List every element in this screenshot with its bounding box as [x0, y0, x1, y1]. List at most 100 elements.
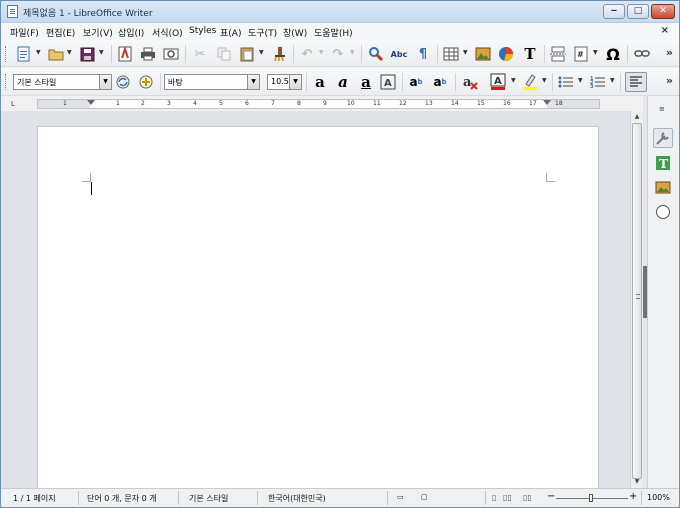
- update-style-icon[interactable]: [114, 73, 132, 91]
- toolbar-grip[interactable]: [5, 74, 7, 90]
- font-color-icon[interactable]: A: [489, 73, 507, 91]
- navigator-icon[interactable]: [653, 202, 673, 222]
- scrollbar-thumb[interactable]: [632, 123, 642, 479]
- hyperlink-icon[interactable]: [633, 45, 651, 63]
- selection-mode-icon[interactable]: ▭: [397, 493, 404, 501]
- formatting-marks-icon[interactable]: ¶: [414, 45, 432, 63]
- document-page[interactable]: [37, 126, 599, 488]
- font-name-select[interactable]: 바탕 ▼: [164, 74, 260, 90]
- save-dropdown[interactable]: ▼: [99, 49, 104, 56]
- font-color-dropdown[interactable]: ▼: [511, 77, 516, 84]
- clone-formatting-icon[interactable]: [271, 45, 289, 63]
- paragraph-style-select[interactable]: 기본 스타일 ▼: [13, 74, 112, 90]
- copy-icon[interactable]: [215, 45, 233, 63]
- redo-dropdown[interactable]: ▼: [350, 49, 355, 56]
- special-character-icon[interactable]: Ω: [604, 45, 622, 64]
- chevron-down-icon[interactable]: ▼: [99, 75, 111, 89]
- superscript-icon[interactable]: ab: [407, 73, 425, 91]
- highlight-color-icon[interactable]: [521, 73, 539, 91]
- text-language[interactable]: 한국어(대한민국): [268, 493, 326, 504]
- insert-table-dropdown[interactable]: ▼: [463, 49, 468, 56]
- print-icon[interactable]: [139, 45, 157, 63]
- close-document-button[interactable]: ×: [661, 25, 669, 36]
- zoom-in-button[interactable]: +: [629, 491, 637, 502]
- bullet-list-dropdown[interactable]: ▼: [578, 77, 583, 84]
- underline-icon[interactable]: a: [357, 73, 375, 91]
- font-size-select[interactable]: 10.5 ▼: [267, 74, 302, 90]
- open-folder-icon[interactable]: [47, 45, 65, 63]
- save-icon[interactable]: [78, 45, 96, 63]
- menu-window[interactable]: 창(W): [283, 26, 307, 39]
- align-left-button[interactable]: [625, 72, 647, 92]
- styles-icon[interactable]: T: [653, 153, 673, 173]
- undo-dropdown[interactable]: ▼: [319, 49, 324, 56]
- single-page-view-icon[interactable]: ▯: [492, 493, 496, 502]
- horizontal-ruler[interactable]: L 1 1 2 3 4 5 6 7 8 9 10 11 12 13 14 15 …: [1, 96, 647, 111]
- maximize-button[interactable]: □: [627, 4, 649, 19]
- minimize-button[interactable]: ‒: [603, 4, 625, 19]
- new-document-dropdown[interactable]: ▼: [36, 49, 41, 56]
- numbered-list-dropdown[interactable]: ▼: [610, 77, 615, 84]
- insert-chart-icon[interactable]: [497, 45, 515, 63]
- chevron-down-icon[interactable]: ▼: [247, 75, 259, 89]
- insert-field-dropdown[interactable]: ▼: [593, 49, 598, 56]
- menu-table[interactable]: 표(A): [220, 26, 241, 39]
- print-preview-icon[interactable]: [162, 45, 180, 63]
- export-pdf-icon[interactable]: [116, 45, 134, 63]
- paste-icon[interactable]: [238, 45, 256, 63]
- bullet-list-icon[interactable]: [557, 73, 575, 91]
- menu-tools[interactable]: 도구(T): [248, 26, 277, 39]
- page-count[interactable]: 1 / 1 페이지: [13, 493, 56, 504]
- tab-stop-type-button[interactable]: L: [11, 100, 15, 108]
- toolbar-overflow-button[interactable]: »: [666, 74, 673, 87]
- zoom-level[interactable]: 100%: [647, 493, 670, 502]
- zoom-slider-knob[interactable]: [589, 494, 593, 502]
- new-document-icon[interactable]: [15, 45, 33, 63]
- redo-icon[interactable]: ↷: [329, 45, 347, 63]
- numbered-list-icon[interactable]: 123: [589, 73, 607, 91]
- outline-font-icon[interactable]: A: [379, 73, 397, 91]
- menu-edit[interactable]: 편집(E): [46, 26, 75, 39]
- multi-page-view-icon[interactable]: ▯▯: [503, 493, 512, 502]
- new-style-icon[interactable]: [137, 73, 155, 91]
- undo-icon[interactable]: ↶: [298, 45, 316, 63]
- page-break-icon[interactable]: [549, 45, 567, 63]
- find-replace-icon[interactable]: [367, 45, 385, 63]
- menu-view[interactable]: 보기(V): [83, 26, 113, 39]
- paste-dropdown[interactable]: ▼: [259, 49, 264, 56]
- insert-table-icon[interactable]: [442, 45, 460, 63]
- spellcheck-icon[interactable]: Abc: [390, 45, 408, 63]
- insert-textbox-icon[interactable]: T: [521, 45, 539, 63]
- gallery-icon[interactable]: [653, 177, 673, 197]
- document-canvas[interactable]: [1, 111, 630, 488]
- menu-file[interactable]: 파일(F): [10, 26, 39, 39]
- scroll-down-icon[interactable]: ▼: [631, 476, 643, 488]
- italic-icon[interactable]: a: [334, 73, 352, 91]
- page-style[interactable]: 기본 스타일: [189, 493, 228, 504]
- properties-icon[interactable]: [653, 128, 673, 148]
- toolbar-overflow-button[interactable]: »: [666, 46, 673, 59]
- first-line-indent-marker[interactable]: [87, 100, 95, 105]
- bold-icon[interactable]: a: [311, 73, 329, 91]
- insert-field-icon[interactable]: #: [572, 45, 590, 63]
- cut-icon[interactable]: ✂: [191, 45, 209, 63]
- ruler-track[interactable]: 1 1 2 3 4 5 6 7 8 9 10 11 12 13 14 15 16…: [37, 99, 600, 109]
- highlight-dropdown[interactable]: ▼: [542, 77, 547, 84]
- toolbar-grip[interactable]: [5, 46, 7, 62]
- close-button[interactable]: ✕: [651, 4, 675, 19]
- zoom-out-button[interactable]: −: [547, 491, 555, 502]
- open-dropdown[interactable]: ▼: [67, 49, 72, 56]
- menu-insert[interactable]: 삽입(I): [118, 26, 144, 39]
- scroll-up-icon[interactable]: ▲: [631, 111, 643, 123]
- clear-formatting-icon[interactable]: a: [461, 73, 479, 91]
- subscript-icon[interactable]: ab: [431, 73, 449, 91]
- right-indent-marker[interactable]: [543, 100, 551, 105]
- chevron-down-icon[interactable]: ▼: [289, 75, 301, 89]
- sidebar-menu-button[interactable]: ≡: [659, 105, 665, 113]
- word-count[interactable]: 단어 0 개, 문자 0 개: [87, 493, 157, 504]
- menu-help[interactable]: 도움말(H): [314, 26, 353, 39]
- menu-styles[interactable]: Styles: [189, 26, 216, 36]
- vertical-scrollbar[interactable]: ▲ ▼: [630, 111, 643, 488]
- book-view-icon[interactable]: ▯▯: [523, 493, 532, 502]
- insert-image-icon[interactable]: [474, 45, 492, 63]
